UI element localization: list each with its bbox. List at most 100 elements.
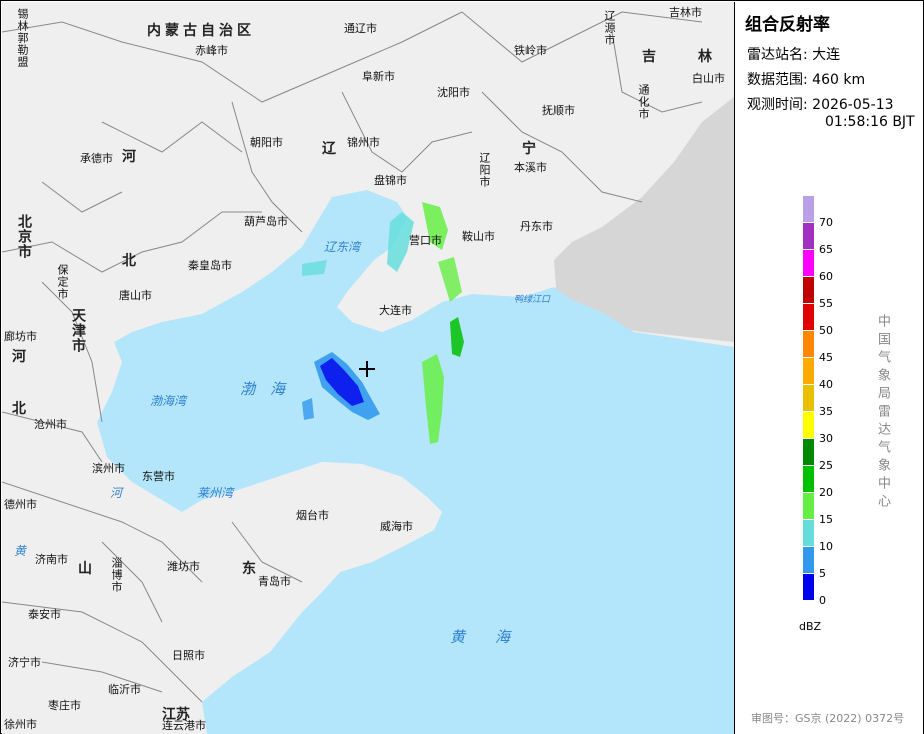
legend-tick-55: 55 [819, 297, 833, 310]
city-label-zaozhuang: 枣庄市 [48, 699, 81, 712]
city-label-cangzhou: 沧州市 [34, 418, 67, 431]
legend-swatch-15 [803, 493, 814, 519]
city-label-qinhuangdao: 秦皇岛市 [188, 259, 232, 272]
legend-swatch-20 [803, 466, 814, 492]
city-label-weihai: 威海市 [380, 520, 413, 533]
legend-tick-40: 40 [819, 378, 833, 391]
legend-tick-15: 15 [819, 513, 833, 526]
province-label-shan: 山 [78, 561, 92, 577]
range-row: 数据范围: 460 km [747, 69, 865, 89]
legend-tick-65: 65 [819, 243, 833, 256]
city-label-fushun: 抚顺市 [542, 104, 575, 117]
city-label-rizhao: 日照市 [172, 649, 205, 662]
water-label-huanghai: 黄 海 [450, 628, 511, 646]
radar-map[interactable]: 通辽市 赤峰市 阜新市 铁岭市 沈阳市 抚顺市 吉林市 白山市 朝阳市 锦州市 … [2, 2, 735, 734]
city-label-xilinguole: 锡林郭勒盟 [16, 8, 29, 68]
station-label: 雷达站名: [747, 47, 808, 63]
city-label-jinan: 济南市 [35, 553, 68, 566]
province-label-ji: 吉 [642, 49, 656, 65]
legend-swatch-40 [803, 358, 814, 384]
legend-tick-30: 30 [819, 432, 833, 445]
legend-tick-0: 0 [819, 594, 826, 607]
echo-small-3 [302, 398, 314, 420]
legend-swatch-70 [803, 196, 814, 222]
city-label-panjin: 盘锦市 [374, 174, 407, 187]
time-row: 观测时间: 2026-05-13 [747, 94, 894, 114]
info-panel: 组合反射率 雷达站名: 大连 数据范围: 460 km 观测时间: 2026-0… [735, 2, 923, 734]
city-label-taian: 泰安市 [28, 608, 61, 621]
province-label-jiangsu: 江苏 [162, 707, 190, 723]
legend-swatch-35 [803, 385, 814, 411]
water-label-yalujiang: 鸭绿江口 [514, 295, 551, 305]
city-label-linyi: 临沂市 [108, 683, 141, 696]
range-label: 数据范围: [747, 72, 808, 88]
city-label-beijing: 北京市 [16, 214, 32, 259]
city-label-yingkou: 营口市 [409, 234, 442, 247]
city-label-liaoyang: 辽阳市 [478, 152, 491, 188]
city-label-huludao: 葫芦岛市 [244, 215, 288, 228]
city-label-benxi: 本溪市 [514, 161, 547, 174]
province-label-neimenggu: 内蒙古自治区 [147, 23, 255, 39]
city-label-dezhou: 德州市 [4, 498, 37, 511]
station-row: 雷达站名: 大连 [747, 44, 840, 64]
water-label-liaodongwan: 辽东湾 [324, 240, 361, 254]
city-label-jinzhou: 锦州市 [347, 136, 380, 149]
province-label-bei2: 北 [12, 401, 26, 417]
map-approval-number: 审图号：GS京 (2022) 0372号 [751, 712, 905, 725]
city-label-chaoyang: 朝阳市 [250, 136, 283, 149]
legend-tick-70: 70 [819, 216, 833, 229]
legend-swatch-50 [803, 304, 814, 330]
city-label-xuzhou: 徐州市 [4, 718, 37, 731]
province-label-hebei2: 河 [12, 349, 26, 365]
legend-swatch-45 [803, 331, 814, 357]
city-label-dandong: 丹东市 [520, 220, 553, 233]
city-label-shenyang: 沈阳市 [437, 86, 470, 99]
legend-tick-5: 5 [819, 567, 826, 580]
city-label-baoding: 保定市 [56, 264, 69, 300]
legend-tick-60: 60 [819, 270, 833, 283]
time-clock: 01:58:16 BJT [825, 114, 915, 130]
legend-tick-10: 10 [819, 540, 833, 553]
legend-swatch-30 [803, 412, 814, 438]
legend-swatch-55 [803, 277, 814, 303]
range-value: 460 km [812, 72, 866, 88]
province-label-dong: 东 [242, 561, 256, 577]
water-label-bohaiwan: 渤海湾 [150, 394, 187, 408]
legend-tick-45: 45 [819, 351, 833, 364]
legend-tick-20: 20 [819, 486, 833, 499]
city-label-langfang: 廊坊市 [4, 330, 37, 343]
legend-swatch-0 [803, 574, 814, 600]
city-label-dongying: 东营市 [142, 470, 175, 483]
city-label-yantai: 烟台市 [296, 509, 329, 522]
water-label-bohai: 渤 海 [240, 380, 286, 398]
city-label-zibo: 淄博市 [110, 557, 123, 593]
city-label-chengde: 承德市 [80, 152, 113, 165]
legend-swatch-5 [803, 547, 814, 573]
city-label-qingdao: 青岛市 [258, 575, 291, 588]
legend-unit: dBZ [799, 620, 822, 633]
legend-swatch-10 [803, 520, 814, 546]
time-label: 观测时间: [747, 97, 808, 113]
city-label-tongliao: 通辽市 [344, 22, 377, 35]
city-label-liaoyuan: 辽源市 [603, 10, 616, 46]
city-label-tianjin: 天津市 [70, 308, 86, 353]
city-label-jilin: 吉林市 [669, 6, 702, 19]
city-label-fuxin: 阜新市 [362, 70, 395, 83]
province-label-ning: 宁 [522, 141, 536, 157]
water-label-huang: 黄 [14, 544, 27, 558]
water-label-laizhouwan: 莱州湾 [197, 486, 234, 500]
map-canvas [2, 2, 734, 734]
city-label-binzhou: 滨州市 [92, 462, 125, 475]
city-label-baishan: 白山市 [692, 72, 725, 85]
province-label-lin: 林 [698, 49, 712, 65]
city-label-chifeng: 赤峰市 [195, 44, 228, 57]
province-label-hebei: 河 [122, 149, 136, 165]
city-label-dalian: 大连市 [379, 304, 412, 317]
time-date: 2026-05-13 [812, 97, 894, 113]
legend-tick-25: 25 [819, 459, 833, 472]
legend-swatch-65 [803, 223, 814, 249]
legend-tick-35: 35 [819, 405, 833, 418]
legend-tick-50: 50 [819, 324, 833, 337]
city-label-tonghua: 通化市 [637, 84, 650, 120]
province-label-liao: 辽 [322, 141, 336, 157]
